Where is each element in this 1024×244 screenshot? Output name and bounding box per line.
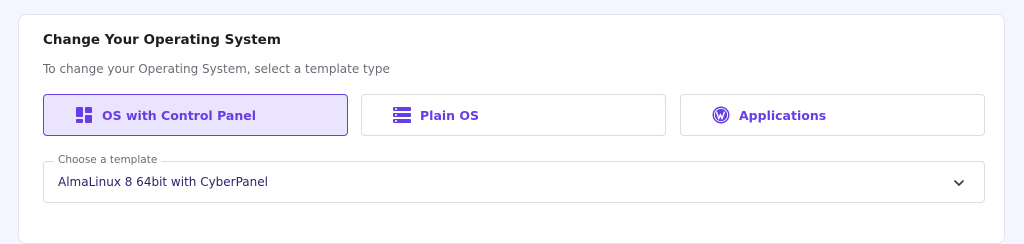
tab-label: Applications bbox=[739, 108, 827, 123]
dashboard-grid-icon bbox=[76, 107, 92, 123]
os-change-card: Change Your Operating System To change y… bbox=[18, 14, 1005, 244]
tab-label: Plain OS bbox=[420, 108, 480, 123]
section-subtitle: To change your Operating System, select … bbox=[43, 62, 390, 76]
chevron-down-icon[interactable] bbox=[952, 176, 966, 190]
server-list-icon bbox=[393, 107, 411, 123]
template-select-label: Choose a template bbox=[54, 154, 162, 166]
section-title: Change Your Operating System bbox=[43, 32, 281, 48]
wordpress-icon bbox=[712, 106, 730, 124]
template-select-value: AlmaLinux 8 64bit with CyberPanel bbox=[58, 175, 268, 189]
tab-plain-os[interactable]: Plain OS bbox=[361, 94, 666, 136]
tab-os-with-control-panel[interactable]: OS with Control Panel bbox=[43, 94, 348, 136]
tab-label: OS with Control Panel bbox=[102, 108, 256, 123]
tab-applications[interactable]: Applications bbox=[680, 94, 985, 136]
template-select[interactable]: Choose a template AlmaLinux 8 64bit with… bbox=[43, 154, 985, 203]
